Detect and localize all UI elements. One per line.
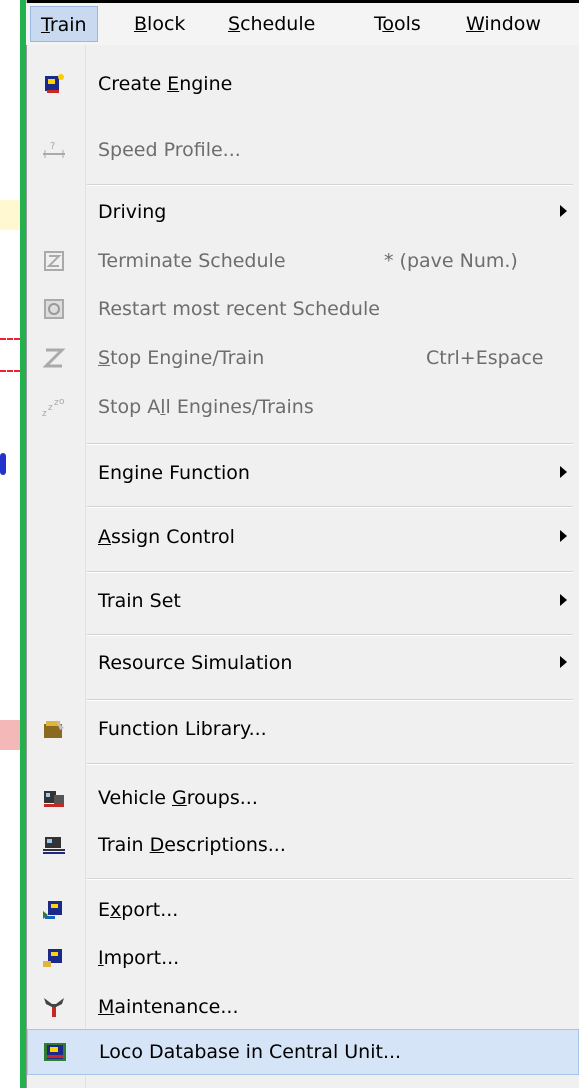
import-icon	[41, 946, 67, 970]
menu-window[interactable]: Window	[456, 6, 551, 42]
menu-item-speed-profile[interactable]: ? Speed Profile...	[27, 128, 579, 172]
menu-bar: Train Block Schedule Tools Window	[26, 3, 579, 45]
menu-item-label: Stop Engine/Train	[98, 347, 265, 369]
menu-item-label: Vehicle Groups...	[98, 787, 258, 809]
menu-item-export[interactable]: Export...	[27, 888, 579, 932]
svg-text:?: ?	[50, 141, 55, 152]
menu-item-label: Train Descriptions...	[98, 834, 286, 856]
menu-item-train-set[interactable]: Train Set	[27, 579, 579, 623]
menu-item-vehicle-groups[interactable]: Vehicle Groups...	[27, 776, 579, 820]
svg-text:o: o	[59, 397, 65, 407]
menu-item-shortcut: Ctrl+Espace	[426, 347, 544, 369]
submenu-arrow-icon	[560, 594, 567, 606]
background-blue-mark	[0, 453, 6, 475]
menu-item-label: Restart most recent Schedule	[98, 298, 380, 320]
menu-item-label: Terminate Schedule	[98, 250, 286, 272]
terminate-schedule-icon	[41, 249, 67, 273]
menu-item-shortcut: * (pave Num.)	[384, 250, 518, 272]
menu-item-label: Function Library...	[98, 718, 267, 740]
menu-item-label: Import...	[98, 947, 180, 969]
menu-separator	[87, 506, 573, 508]
menu-item-driving[interactable]: Driving	[27, 190, 579, 234]
menu-separator	[87, 763, 573, 765]
background-yellow-mark	[0, 200, 20, 230]
menu-item-label: Resource Simulation	[98, 652, 293, 674]
menu-item-resource-simulation[interactable]: Resource Simulation	[27, 641, 579, 685]
menu-separator	[87, 443, 573, 445]
svg-text:z: z	[42, 409, 47, 418]
loco-database-icon	[42, 1040, 68, 1064]
menu-item-assign-control[interactable]: Assign Control	[27, 515, 579, 559]
menu-item-label: Speed Profile...	[98, 139, 241, 161]
menu-item-label: Stop All Engines/Trains	[98, 396, 314, 418]
menu-separator	[87, 571, 573, 573]
menu-item-function-library[interactable]: Function Library...	[27, 707, 579, 751]
menu-separator	[87, 634, 573, 636]
menu-separator	[87, 878, 573, 880]
submenu-arrow-icon	[560, 656, 567, 668]
create-engine-icon	[41, 72, 67, 96]
menu-train[interactable]: Train	[30, 6, 98, 42]
vehicle-groups-icon	[41, 786, 67, 810]
menu-item-label: Maintenance...	[98, 996, 239, 1018]
menu-item-maintenance[interactable]: Maintenance...	[27, 985, 579, 1029]
menu-item-terminate-schedule[interactable]: Terminate Schedule * (pave Num.)	[27, 239, 579, 283]
menu-item-label: Assign Control	[98, 526, 235, 548]
menu-item-label: Export...	[98, 899, 179, 921]
train-descriptions-icon	[41, 833, 67, 857]
submenu-arrow-icon	[560, 205, 567, 217]
background-window-edge	[0, 0, 27, 1088]
function-library-icon	[41, 717, 67, 741]
submenu-arrow-icon	[560, 530, 567, 542]
menu-item-stop-all-engines[interactable]: zzzo Stop All Engines/Trains	[27, 385, 579, 429]
export-icon	[41, 898, 67, 922]
background-red-mark	[0, 338, 20, 372]
menu-item-label: Driving	[98, 201, 167, 223]
menu-item-create-engine[interactable]: Create Engine	[27, 62, 579, 106]
menu-item-label: Train Set	[98, 590, 181, 612]
train-menu-dropdown: Create Engine ? Speed Profile... Driving…	[26, 45, 579, 1088]
menu-schedule[interactable]: Schedule	[218, 6, 325, 42]
submenu-arrow-icon	[560, 466, 567, 478]
maintenance-icon	[41, 995, 67, 1019]
stop-engine-icon	[41, 346, 67, 370]
menu-item-label: Loco Database in Central Unit...	[99, 1041, 402, 1063]
menu-item-train-descriptions[interactable]: Train Descriptions...	[27, 823, 579, 867]
menu-item-label: Create Engine	[98, 73, 233, 95]
svg-text:z: z	[48, 403, 53, 413]
menu-item-stop-engine[interactable]: Stop Engine/Train Ctrl+Espace	[27, 336, 579, 380]
speed-profile-icon: ?	[41, 138, 67, 162]
background-pink-mark	[0, 720, 20, 750]
stop-all-engines-icon: zzzo	[41, 395, 67, 419]
menu-item-label: Engine Function	[98, 462, 250, 484]
menu-separator	[87, 699, 573, 701]
menu-tools[interactable]: Tools	[364, 6, 431, 42]
menu-item-loco-database[interactable]: Loco Database in Central Unit...	[27, 1029, 579, 1075]
restart-schedule-icon	[41, 297, 67, 321]
menu-item-import[interactable]: Import...	[27, 936, 579, 980]
menu-item-engine-function[interactable]: Engine Function	[27, 451, 579, 495]
menu-block[interactable]: Block	[124, 6, 195, 42]
menu-item-restart-schedule[interactable]: Restart most recent Schedule	[27, 287, 579, 331]
menu-separator	[87, 184, 573, 186]
